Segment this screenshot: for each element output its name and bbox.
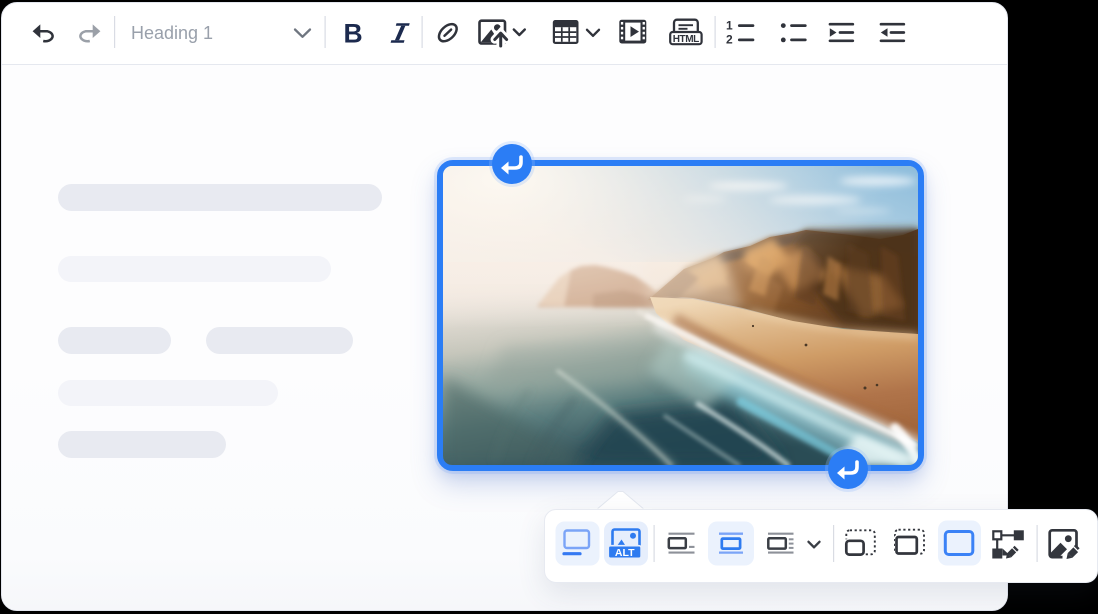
svg-text:2: 2 [726, 33, 733, 47]
svg-text:1: 1 [726, 18, 733, 32]
svg-text:B: B [344, 19, 363, 49]
svg-text:ALT: ALT [615, 547, 635, 559]
svg-text:Heading 1: Heading 1 [131, 23, 213, 43]
svg-text:HTML: HTML [673, 34, 699, 45]
